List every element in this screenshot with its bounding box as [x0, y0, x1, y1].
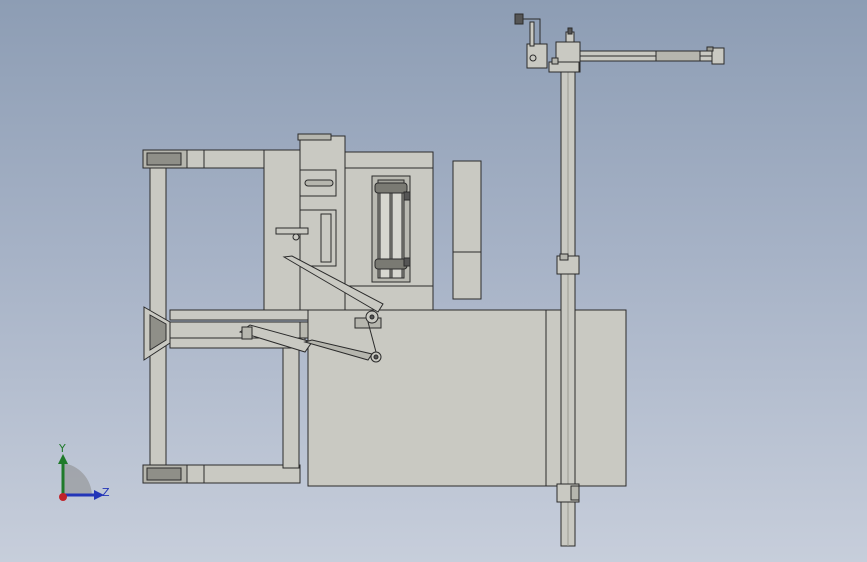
triad-graphic [58, 454, 104, 501]
cad-viewport[interactable]: Y Z [0, 0, 867, 562]
y-axis-label: Y [59, 442, 66, 455]
origin-dot [59, 493, 67, 501]
main-body[interactable] [307, 309, 627, 487]
top-mechanism[interactable] [514, 13, 581, 73]
right-block[interactable] [452, 160, 482, 300]
triad-arc [63, 463, 92, 495]
z-axis-label: Z [102, 486, 110, 499]
mold-assembly[interactable] [263, 133, 434, 311]
y-axis-arrowhead [58, 454, 68, 464]
top-arm[interactable] [577, 46, 725, 65]
orientation-triad: Y Z [46, 440, 116, 510]
machine-assembly-model[interactable] [0, 0, 867, 562]
